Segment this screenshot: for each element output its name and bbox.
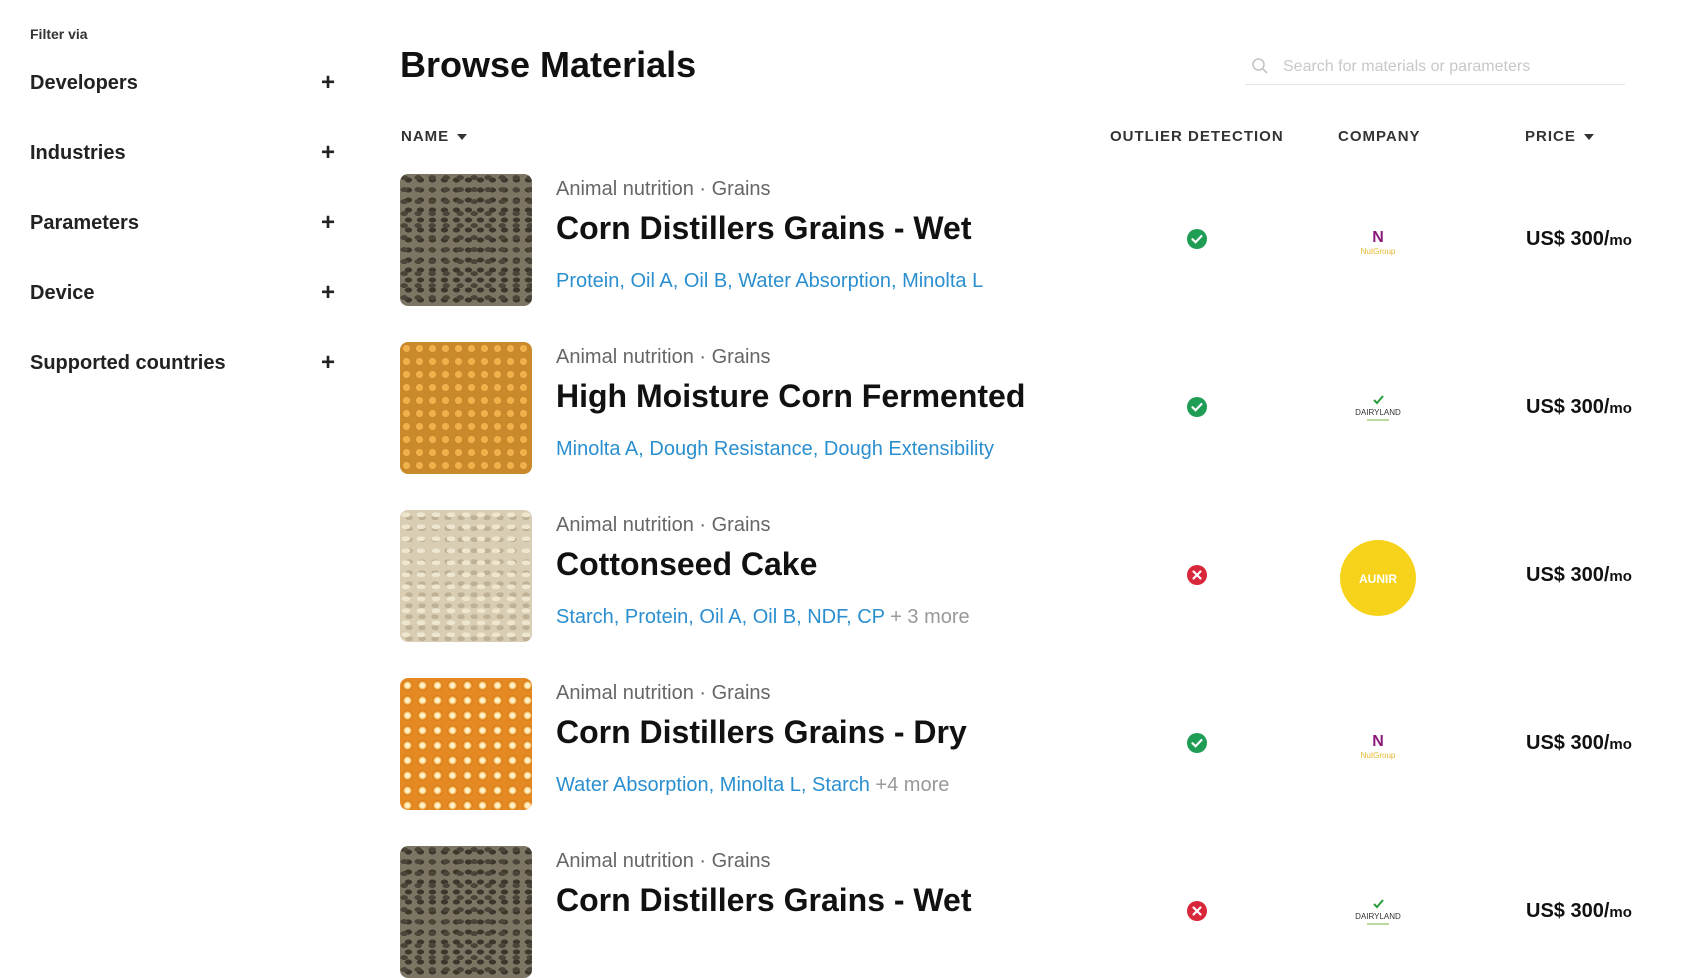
material-parameters: Protein, Oil A, Oil B, Water Absorption,… — [556, 270, 983, 293]
expand-plus-icon[interactable]: + — [316, 279, 340, 307]
price: US$ 300/mo — [1526, 564, 1632, 587]
material-name[interactable]: Cottonseed Cake — [556, 546, 817, 583]
filter-parameters-label: Parameters — [30, 211, 139, 234]
sort-caret-icon — [457, 133, 468, 140]
material-thumbnail[interactable] — [400, 678, 532, 810]
check-circle-icon — [1186, 732, 1208, 754]
expand-plus-icon[interactable]: + — [316, 139, 340, 167]
column-outlier-label: OUTLIER DETECTION — [1110, 128, 1284, 145]
material-parameters: Water Absorption, Minolta L, Starch +4 m… — [556, 774, 949, 797]
price-unit: mo — [1609, 904, 1632, 921]
search-input[interactable] — [1281, 57, 1625, 77]
material-name[interactable]: Corn Distillers Grains - Dry — [556, 714, 967, 751]
price-unit: mo — [1609, 400, 1632, 417]
material-row[interactable]: Animal nutrition · Grains Corn Distiller… — [400, 678, 1660, 810]
price: US$ 300/mo — [1526, 900, 1632, 923]
filter-supported-countries[interactable]: Supported countries + — [30, 328, 340, 398]
filter-via-label: Filter via — [30, 26, 88, 42]
filter-parameters[interactable]: Parameters + — [30, 188, 340, 258]
column-name-label: NAME — [401, 128, 450, 145]
material-thumbnail[interactable] — [400, 510, 532, 642]
material-thumbnail[interactable] — [400, 846, 532, 978]
more-parameters[interactable]: + 3 more — [890, 606, 969, 628]
column-header-outlier-detection: OUTLIER DETECTION — [1110, 128, 1284, 145]
svg-text:DAIRYLAND: DAIRYLAND — [1355, 408, 1401, 417]
material-thumbnail[interactable] — [400, 342, 532, 474]
price-value: US$ 300/ — [1526, 732, 1610, 754]
column-price-label: PRICE — [1525, 128, 1576, 145]
material-name[interactable]: Corn Distillers Grains - Wet — [556, 210, 972, 247]
company-logo[interactable]: N NutGroup — [1340, 708, 1416, 784]
material-name[interactable]: Corn Distillers Grains - Wet — [556, 882, 972, 919]
filter-device-label: Device — [30, 281, 95, 304]
column-header-price[interactable]: PRICE — [1525, 128, 1594, 145]
expand-plus-icon[interactable]: + — [316, 69, 340, 97]
parameter-links[interactable]: Water Absorption, Minolta L, Starch — [556, 774, 870, 796]
search-bar[interactable] — [1245, 50, 1625, 85]
check-circle-icon — [1186, 396, 1208, 418]
filter-developers-label: Developers — [30, 71, 138, 94]
more-parameters[interactable]: +4 more — [875, 774, 949, 796]
svg-text:N: N — [1372, 229, 1384, 246]
material-category: Animal nutrition · Grains — [556, 850, 771, 872]
price-value: US$ 300/ — [1526, 900, 1610, 922]
material-row[interactable]: Animal nutrition · Grains Corn Distiller… — [400, 846, 1660, 978]
page-title: Browse Materials — [400, 44, 697, 85]
material-category: Animal nutrition · Grains — [556, 346, 771, 368]
expand-plus-icon[interactable]: + — [316, 349, 340, 377]
svg-text:N: N — [1372, 733, 1384, 750]
filter-industries-label: Industries — [30, 141, 126, 164]
svg-text:NutGroup: NutGroup — [1361, 751, 1396, 760]
price-unit: mo — [1609, 232, 1632, 249]
company-logo[interactable]: DAIRYLAND — [1340, 372, 1416, 448]
svg-text:NutGroup: NutGroup — [1361, 247, 1396, 256]
search-icon — [1251, 57, 1271, 77]
column-company-label: COMPANY — [1338, 128, 1421, 145]
sort-caret-icon — [1583, 133, 1594, 140]
material-category: Animal nutrition · Grains — [556, 178, 771, 200]
parameter-links[interactable]: Minolta A, Dough Resistance, Dough Exten… — [556, 438, 994, 460]
price-unit: mo — [1609, 736, 1632, 753]
material-category: Animal nutrition · Grains — [556, 682, 771, 704]
column-header-name[interactable]: NAME — [401, 128, 468, 145]
filter-industries[interactable]: Industries + — [30, 118, 340, 188]
price-value: US$ 300/ — [1526, 564, 1610, 586]
company-logo[interactable]: AUNIR — [1340, 540, 1416, 616]
column-header-company: COMPANY — [1338, 128, 1421, 145]
cross-circle-icon — [1186, 900, 1208, 922]
svg-text:DAIRYLAND: DAIRYLAND — [1355, 912, 1401, 921]
material-parameters: Minolta A, Dough Resistance, Dough Exten… — [556, 438, 994, 461]
filter-supported-countries-label: Supported countries — [30, 351, 226, 374]
cross-circle-icon — [1186, 564, 1208, 586]
price: US$ 300/mo — [1526, 396, 1632, 419]
svg-text:AUNIR: AUNIR — [1359, 572, 1397, 586]
price: US$ 300/mo — [1526, 732, 1632, 755]
company-logo[interactable]: DAIRYLAND — [1340, 876, 1416, 952]
material-row[interactable]: Animal nutrition · Grains High Moisture … — [400, 342, 1660, 474]
material-thumbnail[interactable] — [400, 174, 532, 306]
filter-sidebar: Filter via Developers + Industries + Par… — [30, 26, 340, 398]
material-name[interactable]: High Moisture Corn Fermented — [556, 378, 1025, 415]
material-row[interactable]: Animal nutrition · Grains Cottonseed Cak… — [400, 510, 1660, 642]
filter-device[interactable]: Device + — [30, 258, 340, 328]
parameter-links[interactable]: Starch, Protein, Oil A, Oil B, NDF, CP — [556, 606, 885, 628]
expand-plus-icon[interactable]: + — [316, 209, 340, 237]
price-value: US$ 300/ — [1526, 396, 1610, 418]
price-value: US$ 300/ — [1526, 228, 1610, 250]
material-category: Animal nutrition · Grains — [556, 514, 771, 536]
price-unit: mo — [1609, 568, 1632, 585]
price: US$ 300/mo — [1526, 228, 1632, 251]
material-parameters: Starch, Protein, Oil A, Oil B, NDF, CP +… — [556, 606, 970, 629]
company-logo[interactable]: N NutGroup — [1340, 204, 1416, 280]
material-row[interactable]: Animal nutrition · Grains Corn Distiller… — [400, 174, 1660, 306]
filter-developers[interactable]: Developers + — [30, 48, 340, 118]
check-circle-icon — [1186, 228, 1208, 250]
parameter-links[interactable]: Protein, Oil A, Oil B, Water Absorption,… — [556, 270, 983, 292]
